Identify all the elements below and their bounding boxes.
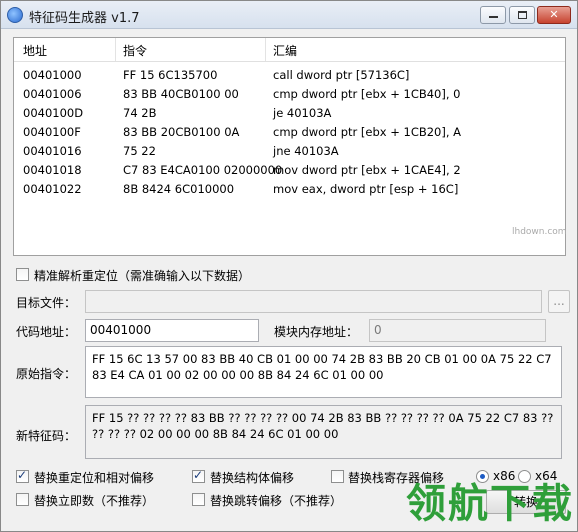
table-row[interactable]: 00401022 8B 8424 6C010000 mov eax, dword p…	[14, 180, 565, 199]
cell-address: 00401018	[23, 163, 82, 177]
replace-struct-checkbox[interactable]	[192, 468, 205, 483]
watermark-logo: 领航下载	[406, 471, 576, 531]
minimize-button[interactable]	[480, 6, 506, 24]
cell-instruction: 83 BB 40CB0100 00	[123, 87, 239, 101]
cell-address: 00401022	[23, 182, 82, 196]
window-title: 特征码生成器 v1.7	[29, 11, 140, 26]
table-row[interactable]: 00401000 FF 15 6C135700 call dword ptr [57…	[14, 66, 565, 85]
cell-address: 0040100F	[23, 125, 81, 139]
replace-imm-label: 替换立即数（不推荐）	[34, 494, 155, 508]
precise-reloc-checkbox[interactable]	[16, 268, 29, 281]
list-header: 地址 指令 汇编	[14, 38, 565, 62]
target-file-field[interactable]	[85, 290, 542, 313]
cell-instruction: 75 22	[123, 144, 156, 158]
table-row[interactable]: 0040100D 74 2B je 40103A	[14, 104, 565, 123]
cell-assembly: call dword ptr [57136C]	[273, 68, 410, 82]
precise-reloc-label: 精准解析重定位（需准确输入以下数据）	[34, 269, 251, 283]
original-input[interactable]: FF 15 6C 13 57 00 83 BB 40 CB 01 00 00 7…	[85, 346, 562, 398]
table-row[interactable]: 0040100F 83 BB 20CB0100 0A cmp dword ptr […	[14, 123, 565, 142]
cell-instruction: 8B 8424 6C010000	[123, 182, 235, 196]
cell-instruction: FF 15 6C135700	[123, 68, 218, 82]
target-file-label: 目标文件：	[16, 296, 77, 310]
header-address[interactable]: 地址	[23, 42, 47, 59]
cell-address: 00401006	[23, 87, 82, 101]
replace-reloc-checkbox[interactable]	[16, 468, 29, 483]
table-row[interactable]: 00401016 75 22 jne 40103A	[14, 142, 565, 161]
code-address-field[interactable]: 00401000	[85, 319, 259, 342]
cell-instruction: 74 2B	[123, 106, 157, 120]
maximize-icon	[518, 11, 527, 19]
cell-assembly: jne 40103A	[273, 144, 339, 158]
header-instruction[interactable]: 指令	[123, 42, 147, 59]
cell-assembly: mov dword ptr [ebx + 1CAE4], 2	[273, 163, 461, 177]
minimize-icon	[489, 16, 498, 18]
close-button[interactable]: ✕	[537, 6, 571, 24]
original-value: FF 15 6C 13 57 00 83 BB 40 CB 01 00 00 7…	[92, 352, 552, 382]
instruction-list[interactable]: 地址 指令 汇编 00401000 FF 15 6C135700 call dwor…	[13, 37, 566, 256]
maximize-button[interactable]	[509, 6, 535, 24]
module-mem-field[interactable]: 0	[369, 319, 546, 342]
cell-instruction: 83 BB 20CB0100 0A	[123, 125, 240, 139]
browse-button[interactable]: ...	[548, 290, 570, 313]
original-label: 原始指令：	[16, 367, 77, 381]
replace-struct-label: 替换结构体偏移	[210, 471, 295, 485]
module-mem-label: 模块内存地址：	[274, 325, 359, 339]
replace-reloc-label: 替换重定位和相对偏移	[34, 471, 155, 485]
header-divider[interactable]	[265, 38, 266, 61]
cell-assembly: je 40103A	[273, 106, 332, 120]
table-row[interactable]: 00401006 83 BB 40CB0100 00 cmp dword ptr […	[14, 85, 565, 104]
cell-instruction: C7 83 E4CA0100 02000000	[123, 163, 283, 177]
replace-imm-checkbox[interactable]	[16, 493, 29, 506]
cell-assembly: cmp dword ptr [ebx + 1CB40], 0	[273, 87, 461, 101]
signature-label: 新特征码：	[16, 429, 77, 443]
cell-assembly: mov eax, dword ptr [esp + 16C]	[273, 182, 459, 196]
watermark-text: 领航下载	[406, 481, 574, 527]
cell-assembly: cmp dword ptr [ebx + 1CB20], A	[273, 125, 462, 139]
cell-address: 00401016	[23, 144, 82, 158]
code-address-label: 代码地址：	[16, 325, 77, 339]
table-row[interactable]: 00401018 C7 83 E4CA0100 02000000 mov dword…	[14, 161, 565, 180]
replace-stack-checkbox[interactable]	[331, 470, 344, 483]
app-icon	[7, 7, 23, 23]
close-icon: ✕	[549, 8, 559, 21]
header-assembly[interactable]: 汇编	[273, 42, 297, 59]
replace-jump-label: 替换跳转偏移（不推荐）	[210, 494, 343, 508]
signature-output[interactable]: FF 15 ?? ?? ?? ?? 83 BB ?? ?? ?? ?? 00 7…	[85, 405, 562, 459]
header-divider[interactable]	[115, 38, 116, 61]
cell-address: 0040100D	[23, 106, 84, 120]
main-window: 特征码生成器 v1.7 ✕ 地址 指令 汇编 00401000 FF 15 6C1…	[0, 0, 578, 532]
replace-jump-checkbox[interactable]	[192, 493, 205, 506]
cell-address: 00401000	[23, 68, 82, 82]
signature-value: FF 15 ?? ?? ?? ?? 83 BB ?? ?? ?? ?? 00 7…	[92, 411, 554, 441]
watermark-url: lhdown.com	[512, 227, 567, 237]
title-bar[interactable]: 特征码生成器 v1.7 ✕	[1, 1, 577, 29]
